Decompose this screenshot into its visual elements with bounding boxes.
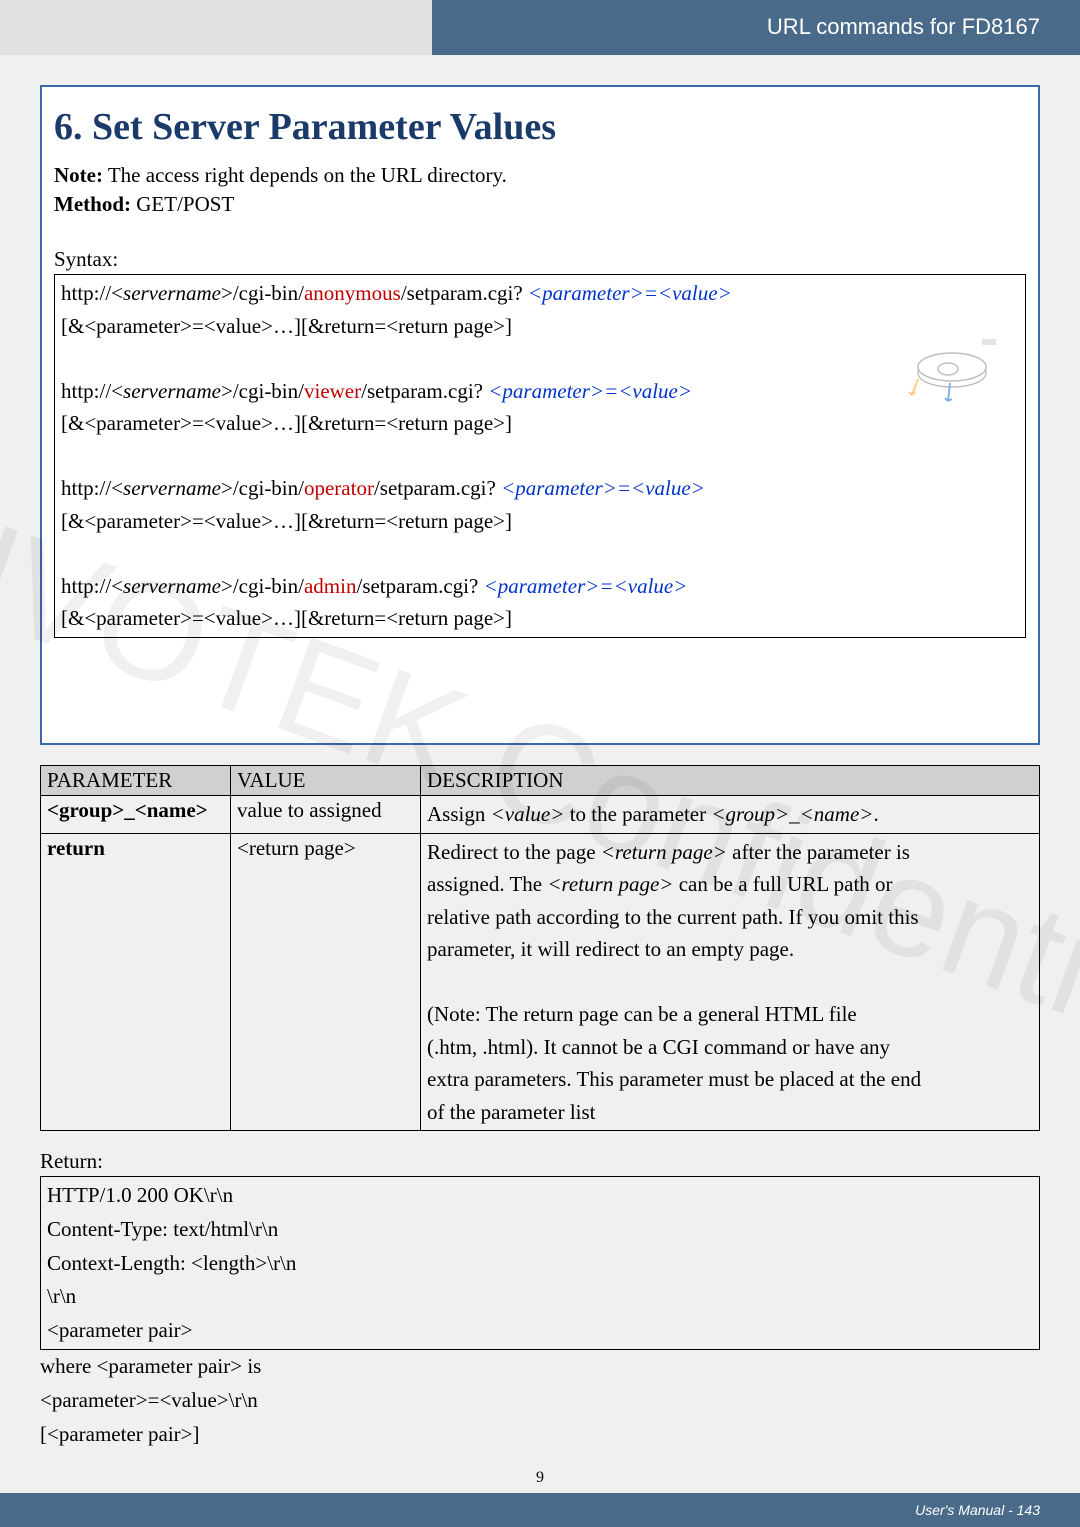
desc-group-ital: <group> (711, 802, 789, 826)
desc-name-ital: <name> (800, 802, 874, 826)
footer-bar: User's Manual - 143 (0, 1493, 1080, 1527)
method-label: Method: (54, 192, 131, 216)
return-line: Context-Length: <length>\r\n (47, 1247, 1033, 1281)
syntax-paramvalue: <parameter>=<value> (528, 281, 732, 305)
return-after-line: <parameter>=<value>\r\n (40, 1384, 1040, 1418)
syntax-text: http://< (61, 476, 123, 500)
method-line: Method: GET/POST (54, 192, 1026, 217)
header-title: URL commands for FD8167 (767, 14, 1040, 40)
syntax-role-admin: admin (304, 574, 357, 598)
syntax-servername: servername (123, 281, 221, 305)
syntax-box: http://<servername>/cgi-bin/anonymous/se… (54, 274, 1026, 638)
desc-text: parameter, it will redirect to an empty … (427, 933, 1033, 966)
return-box: HTTP/1.0 200 OK\r\n Content-Type: text/h… (40, 1176, 1040, 1350)
desc-ital: <return page> (601, 840, 727, 864)
syntax-text: [&<parameter>=<value>…][&return=<return … (61, 505, 1019, 538)
page-number: 9 (536, 1469, 544, 1487)
syntax-servername: servername (123, 476, 221, 500)
syntax-text: [&<parameter>=<value>…][&return=<return … (61, 407, 1019, 440)
syntax-text: http://< (61, 379, 123, 403)
return-label: Return: (40, 1149, 1040, 1174)
syntax-text: http://< (61, 574, 123, 598)
desc-text: can be a full URL path or (673, 872, 892, 896)
syntax-paramvalue: <parameter>=<value> (488, 379, 692, 403)
syntax-servername: servername (123, 379, 221, 403)
return-line: \r\n (47, 1280, 1033, 1314)
syntax-text: [&<parameter>=<value>…][&return=<return … (61, 602, 1019, 635)
syntax-text: /setparam.cgi? (361, 379, 488, 403)
param-cell: <group>_<name> (41, 796, 231, 834)
syntax-text: >/cgi-bin/ (221, 476, 304, 500)
return-after: where <parameter pair> is <parameter>=<v… (40, 1350, 1040, 1451)
return-line: HTTP/1.0 200 OK\r\n (47, 1179, 1033, 1213)
desc-text: extra parameters. This parameter must be… (427, 1063, 1033, 1096)
desc-text: (Note: The return page can be a general … (427, 998, 1033, 1031)
method-value: GET/POST (131, 192, 234, 216)
syntax-text: >/cgi-bin/ (221, 281, 304, 305)
syntax-role-anonymous: anonymous (304, 281, 401, 305)
table-row: <group>_<name> value to assigned Assign … (41, 796, 1040, 834)
desc-text: Redirect to the page (427, 840, 601, 864)
parameter-table: PARAMETER VALUE DESCRIPTION <group>_<nam… (40, 765, 1040, 1131)
syntax-servername: servername (123, 574, 221, 598)
return-after-line: [<parameter pair>] (40, 1418, 1040, 1452)
syntax-role-operator: operator (304, 476, 374, 500)
note-label: Note: (54, 163, 103, 187)
syntax-text: /setparam.cgi? (401, 281, 528, 305)
desc-text: (.htm, .html). It cannot be a CGI comman… (427, 1031, 1033, 1064)
return-line: <parameter pair> (47, 1314, 1033, 1348)
footer-manual-text: User's Manual - 143 (915, 1502, 1040, 1518)
syntax-paramvalue: <parameter>=<value> (501, 476, 705, 500)
desc-text: assigned. The (427, 872, 547, 896)
param-cell: return (41, 833, 231, 1131)
syntax-text: [&<parameter>=<value>…][&return=<return … (61, 310, 1019, 343)
value-cell: <return page> (231, 833, 421, 1131)
table-header-parameter: PARAMETER (41, 766, 231, 796)
desc-ital: <return page> (547, 872, 673, 896)
syntax-label: Syntax: (54, 247, 1026, 272)
note-line: Note: The access right depends on the UR… (54, 163, 1026, 188)
description-cell: Assign <value> to the parameter <group>_… (421, 796, 1040, 834)
note-text: The access right depends on the URL dire… (103, 163, 507, 187)
table-row: return <return page> Redirect to the pag… (41, 833, 1040, 1131)
section-title: 6. Set Server Parameter Values (54, 105, 1026, 149)
return-line: Content-Type: text/html\r\n (47, 1213, 1033, 1247)
table-header-row: PARAMETER VALUE DESCRIPTION (41, 766, 1040, 796)
syntax-text: http://< (61, 281, 123, 305)
desc-text: relative path according to the current p… (427, 901, 1033, 934)
syntax-text: /setparam.cgi? (374, 476, 501, 500)
return-after-line: where <parameter pair> is (40, 1350, 1040, 1384)
desc-text: _ (789, 802, 800, 826)
page-content: 6. Set Server Parameter Values Note: The… (40, 85, 1040, 745)
desc-text: Assign (427, 802, 491, 826)
table-header-value: VALUE (231, 766, 421, 796)
header-band: URL commands for FD8167 (0, 0, 1080, 55)
syntax-text: >/cgi-bin/ (221, 574, 304, 598)
syntax-text: >/cgi-bin/ (221, 379, 304, 403)
table-header-description: DESCRIPTION (421, 766, 1040, 796)
desc-text: of the parameter list (427, 1096, 1033, 1129)
syntax-paramvalue: <parameter>=<value> (484, 574, 688, 598)
desc-value-ital: <value> (491, 802, 565, 826)
syntax-text: /setparam.cgi? (356, 574, 483, 598)
syntax-role-viewer: viewer (304, 379, 361, 403)
desc-text: . (873, 802, 878, 826)
value-cell: value to assigned (231, 796, 421, 834)
desc-text: after the parameter is (727, 840, 910, 864)
description-cell: Redirect to the page <return page> after… (421, 833, 1040, 1131)
desc-text: to the parameter (564, 802, 711, 826)
